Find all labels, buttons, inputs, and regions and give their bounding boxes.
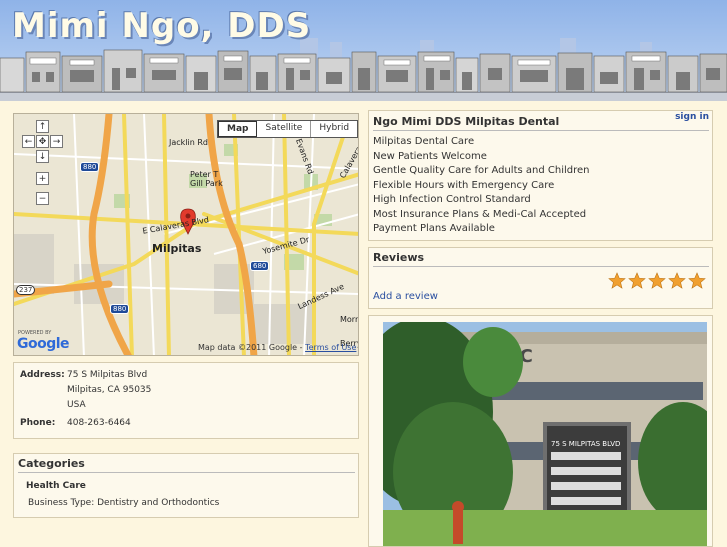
zoom-in-button[interactable]: +: [36, 172, 49, 185]
address-line-2: Milpitas, CA 95035: [67, 385, 152, 395]
pan-right-button[interactable]: →: [50, 135, 63, 148]
map-label-city: Milpitas: [152, 242, 202, 255]
pan-up-button[interactable]: ↑: [36, 120, 49, 133]
interstate-880-shield-icon: 880: [80, 162, 100, 172]
zoom-out-button[interactable]: −: [36, 192, 49, 205]
divider: [373, 130, 709, 131]
business-info-panel: Ngo Mimi DDS Milpitas Dental sign in Mil…: [368, 110, 713, 241]
map-label-jacklin: Jacklin Rd: [169, 138, 208, 147]
info-line: New Patients Welcome: [373, 151, 487, 162]
pan-center-button[interactable]: ✥: [36, 135, 49, 148]
site-title: Mimi Ngo, DDS: [12, 6, 312, 46]
map-attribution: Map data ©2011 Google - Terms of Use: [198, 343, 357, 352]
svg-text:75 S MILPITAS BLVD: 75 S MILPITAS BLVD: [551, 440, 620, 448]
storefront-banner: [0, 38, 727, 93]
pan-left-button[interactable]: ←: [22, 135, 35, 148]
info-line: Most Insurance Plans & Medi-Cal Accepted: [373, 209, 587, 220]
map-type-switcher[interactable]: Map Satellite Hybrid: [217, 120, 358, 138]
info-line: Payment Plans Available: [373, 223, 495, 234]
map-type-map-button[interactable]: Map: [218, 121, 258, 137]
map-label-gillpark: Gill Park: [190, 179, 223, 188]
reviews-title: Reviews: [373, 251, 425, 264]
address-line-1: 75 S Milpitas Blvd: [67, 370, 148, 380]
pan-down-button[interactable]: ↓: [36, 150, 49, 163]
site-header: Mimi Ngo, DDS: [0, 0, 727, 101]
info-line: High Infection Control Standard: [373, 194, 531, 205]
star-rating: [608, 272, 706, 290]
info-line: Flexible Hours with Emergency Care: [373, 180, 555, 191]
office-building-photo: al C 75 S MILPITAS BLVD: [383, 322, 707, 546]
star-icon: [688, 272, 706, 289]
contact-panel: Address: 75 S Milpitas Blvd Milpitas, CA…: [13, 362, 359, 439]
interstate-880-shield-icon: 880: [110, 304, 130, 314]
business-type: Business Type: Dentistry and Orthodontic…: [28, 498, 220, 508]
photo-panel: al C 75 S MILPITAS BLVD: [368, 315, 713, 547]
interstate-680-shield-icon: 680: [250, 261, 270, 271]
map-label-morrill: Morrill: [340, 315, 359, 324]
map-type-satellite-button[interactable]: Satellite: [257, 121, 312, 137]
address-line-3: USA: [67, 400, 86, 410]
star-icon: [668, 272, 686, 289]
map-attribution-text: Map data ©2011 Google: [198, 343, 298, 352]
star-icon: [648, 272, 666, 289]
terms-of-use-link[interactable]: Terms of Use: [305, 343, 356, 352]
map-type-hybrid-button[interactable]: Hybrid: [311, 121, 357, 137]
state-route-237-shield-icon: 237: [16, 285, 36, 295]
categories-title: Categories: [18, 457, 85, 470]
address-label: Address:: [20, 370, 65, 380]
add-review-link[interactable]: Add a review: [373, 291, 438, 302]
map-label-peter: Peter T: [190, 170, 219, 179]
phone-number: 408-263-6464: [67, 418, 131, 428]
category-name: Health Care: [26, 481, 86, 491]
star-icon: [608, 272, 626, 289]
info-line: Gentle Quality Care for Adults and Child…: [373, 165, 590, 176]
divider: [18, 472, 355, 473]
sign-in-link[interactable]: sign in: [675, 112, 709, 122]
reviews-panel: Reviews Add a review: [368, 247, 713, 309]
info-line: Milpitas Dental Care: [373, 136, 475, 147]
map-widget[interactable]: ↑ ← ✥ → ↓ + − Map Satellite Hybrid Jackl…: [13, 113, 359, 356]
phone-label: Phone:: [20, 418, 56, 428]
categories-panel: Categories Health Care Business Type: De…: [13, 453, 359, 518]
google-logo[interactable]: Google: [17, 336, 70, 352]
star-icon: [628, 272, 646, 289]
business-name: Ngo Mimi DDS Milpitas Dental: [373, 115, 560, 128]
divider: [373, 266, 709, 267]
sidewalk: [0, 92, 727, 101]
